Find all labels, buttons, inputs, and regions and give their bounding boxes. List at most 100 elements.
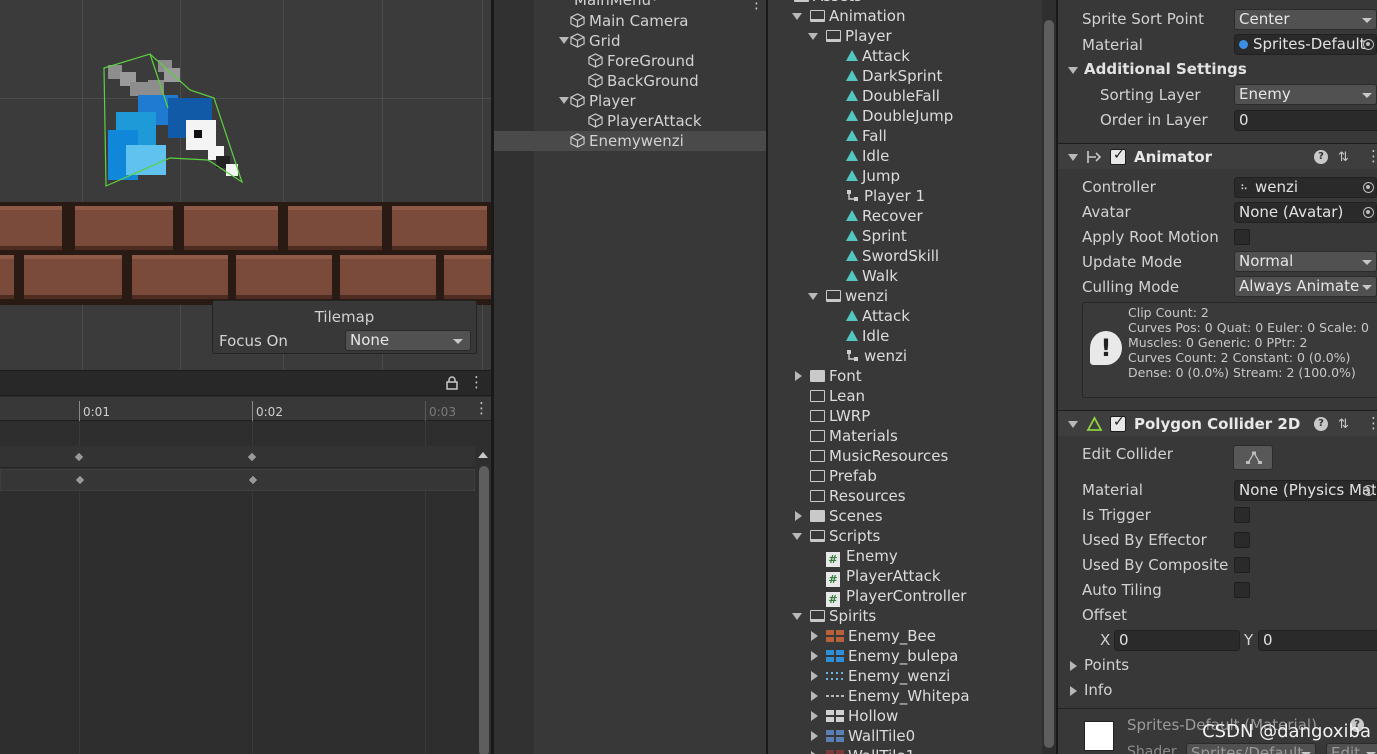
expand-icon[interactable] (1068, 67, 1078, 74)
preset-icon[interactable]: ⇅ (1338, 417, 1349, 432)
culling-mode-dropdown[interactable]: Always Animate (1234, 276, 1377, 297)
help-icon[interactable]: ? (1314, 150, 1328, 164)
project-item[interactable]: SwordSkill (846, 246, 939, 266)
enemy-sprite[interactable] (98, 50, 248, 190)
keyframe[interactable] (74, 474, 86, 486)
keyframe[interactable] (246, 451, 258, 463)
expand-icon[interactable] (1070, 686, 1077, 696)
sprite-sort-point-dropdown[interactable]: Center (1234, 9, 1377, 30)
expand-icon[interactable] (559, 37, 569, 44)
object-picker-icon[interactable] (1363, 39, 1374, 50)
project-item[interactable]: Prefab (810, 466, 877, 486)
info-foldout[interactable]: Info (1084, 681, 1112, 699)
edit-collider-button[interactable] (1233, 445, 1273, 470)
scrollbar[interactable] (479, 466, 489, 754)
polygon-collider-enabled-checkbox[interactable] (1110, 414, 1126, 432)
project-item[interactable]: Walk (846, 266, 898, 286)
expand-icon[interactable] (811, 651, 818, 661)
points-foldout[interactable]: Points (1084, 656, 1129, 674)
collider-material-field[interactable]: None (Physics Material 2D) (1234, 480, 1377, 501)
project-item[interactable]: # PlayerController (826, 586, 966, 607)
expand-icon[interactable] (792, 613, 802, 620)
keyframe[interactable] (73, 451, 85, 463)
keyframe-row[interactable] (0, 469, 475, 491)
project-item[interactable]: Jump (846, 166, 900, 186)
sorting-layer-dropdown[interactable]: Enemy (1234, 84, 1377, 105)
order-in-layer-field[interactable]: 0 (1234, 110, 1377, 131)
project-item[interactable]: WallTile1 (826, 746, 915, 754)
project-item[interactable]: MusicResources (810, 446, 948, 466)
project-item[interactable]: DoubleJump (846, 106, 953, 126)
avatar-field[interactable]: None (Avatar) (1234, 202, 1377, 223)
object-picker-icon[interactable] (1363, 207, 1374, 218)
additional-settings-foldout[interactable]: Additional Settings (1084, 60, 1247, 78)
project-item[interactable]: Animation (810, 6, 905, 26)
kebab-menu-icon[interactable]: ⋮ (474, 399, 489, 417)
project-item[interactable]: Enemy_bulepa (826, 646, 958, 666)
expand-icon[interactable] (808, 293, 818, 300)
project-item[interactable]: wenzi (826, 286, 888, 306)
scroll-up-icon[interactable] (478, 452, 488, 458)
material-field[interactable]: Sprites-Default (1234, 34, 1377, 55)
project-item[interactable]: Enemy_wenzi (826, 666, 950, 686)
is-trigger-checkbox[interactable] (1234, 507, 1250, 523)
project-item[interactable]: Enemy_Whitepa (826, 686, 970, 706)
project-item[interactable]: Fall (846, 126, 887, 146)
expand-icon[interactable] (811, 631, 818, 641)
used-by-composite-checkbox[interactable] (1234, 557, 1250, 573)
project-item[interactable]: # PlayerAttack (826, 566, 941, 587)
project-item[interactable]: Lean (810, 386, 865, 406)
project-item[interactable]: DoubleFall (846, 86, 940, 106)
auto-tiling-checkbox[interactable] (1234, 582, 1250, 598)
project-item[interactable]: WallTile0 (826, 726, 915, 746)
project-item[interactable]: Enemy_Bee (826, 626, 936, 646)
project-item[interactable]: Attack (846, 46, 910, 66)
project-item[interactable]: Font (810, 366, 862, 386)
expand-icon[interactable] (1070, 661, 1077, 671)
timeline-ruler[interactable]: 0:01 0:02 0:03 ⋮ (0, 397, 491, 421)
object-picker-icon[interactable] (1363, 182, 1374, 193)
used-by-effector-checkbox[interactable] (1234, 532, 1250, 548)
project-item[interactable]: Scripts (810, 526, 880, 546)
project-item[interactable]: Recover (846, 206, 923, 226)
lock-icon[interactable] (446, 376, 458, 390)
project-item[interactable]: wenzi (846, 346, 907, 366)
shader-dropdown[interactable]: Sprites/Default (1186, 743, 1316, 754)
expand-icon[interactable] (792, 533, 802, 540)
kebab-menu-icon[interactable]: ⋮ (469, 373, 484, 391)
project-item[interactable]: Player 1 (846, 186, 925, 206)
hierarchy-item-selected[interactable]: Enemywenzi (494, 131, 766, 151)
expand-icon[interactable] (808, 33, 818, 40)
project-item[interactable]: Sprint (846, 226, 907, 246)
expand-icon[interactable] (795, 371, 802, 381)
kebab-menu-icon[interactable]: ⋮ (1366, 147, 1377, 165)
polygon-collider-header[interactable]: Polygon Collider 2D ? ⇅ ⋮ (1058, 410, 1377, 436)
project-item[interactable]: Idle (846, 146, 889, 166)
project-item[interactable]: Player (826, 26, 892, 46)
controller-field[interactable]: ⠓ wenzi (1234, 177, 1377, 198)
focus-on-dropdown[interactable]: None (345, 330, 471, 351)
apply-root-motion-checkbox[interactable] (1234, 229, 1250, 245)
animator-enabled-checkbox[interactable] (1110, 147, 1126, 165)
expand-icon[interactable] (1068, 421, 1078, 428)
keyframe-row[interactable] (0, 446, 475, 468)
offset-y-field[interactable]: 0 (1258, 630, 1377, 651)
expand-icon[interactable] (792, 13, 802, 20)
project-item[interactable]: Scenes (810, 506, 883, 526)
project-item[interactable]: Idle (846, 326, 889, 346)
expand-icon[interactable] (795, 511, 802, 521)
project-item[interactable]: LWRP (810, 406, 870, 426)
project-item[interactable]: DarkSprint (846, 66, 942, 86)
expand-icon[interactable] (811, 711, 818, 721)
object-picker-icon[interactable] (1363, 485, 1374, 496)
help-icon[interactable]: ? (1314, 417, 1328, 431)
project-item[interactable]: # Enemy (826, 546, 898, 567)
expand-icon[interactable] (811, 671, 818, 681)
update-mode-dropdown[interactable]: Normal (1234, 251, 1377, 272)
project-item[interactable]: Hollow (826, 706, 898, 726)
expand-icon[interactable] (811, 731, 818, 741)
scrollbar[interactable] (1044, 20, 1054, 748)
expand-icon[interactable] (811, 691, 818, 701)
animator-header[interactable]: Animator ? ⇅ ⋮ (1058, 143, 1377, 169)
expand-icon[interactable] (559, 97, 569, 104)
